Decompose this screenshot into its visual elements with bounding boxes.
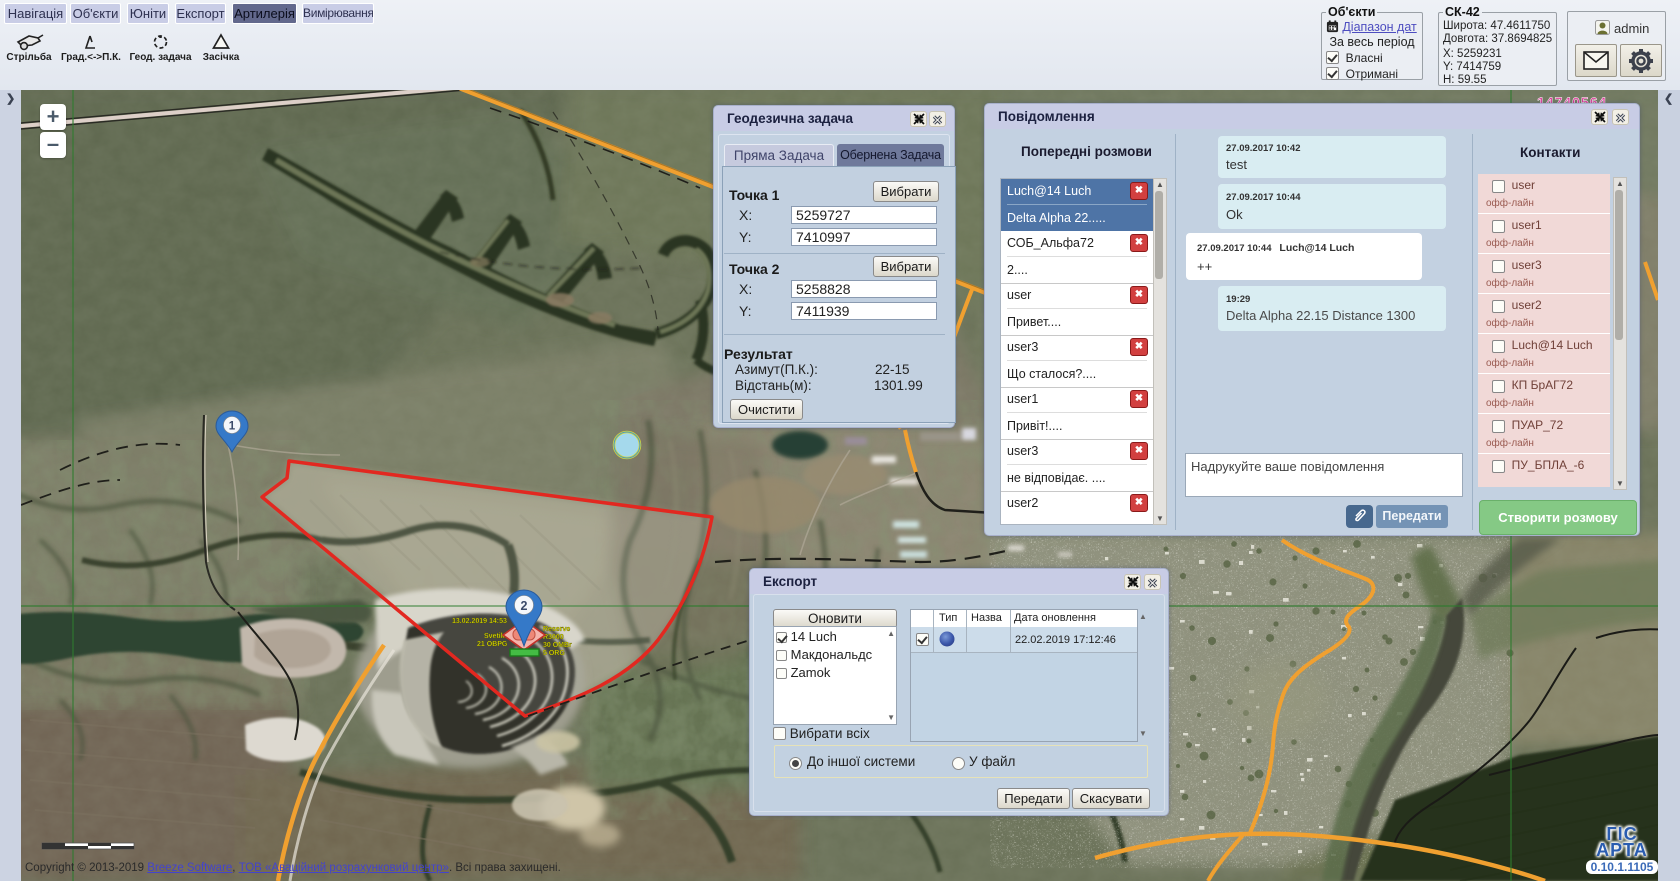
svg-text:21 OBPG: 21 OBPG: [477, 641, 508, 648]
svg-text:Svetik: Svetik: [484, 633, 505, 640]
svg-text:30 OMBr: 30 OMBr: [543, 642, 572, 649]
svg-text:1: 1: [229, 421, 236, 433]
svg-text:Reserve: Reserve: [543, 626, 570, 633]
svg-text:13.02.2019 14:53: 13.02.2019 14:53: [452, 618, 507, 625]
svg-text:2: 2: [521, 599, 528, 613]
svg-text:5 ORG: 5 ORG: [543, 650, 565, 657]
